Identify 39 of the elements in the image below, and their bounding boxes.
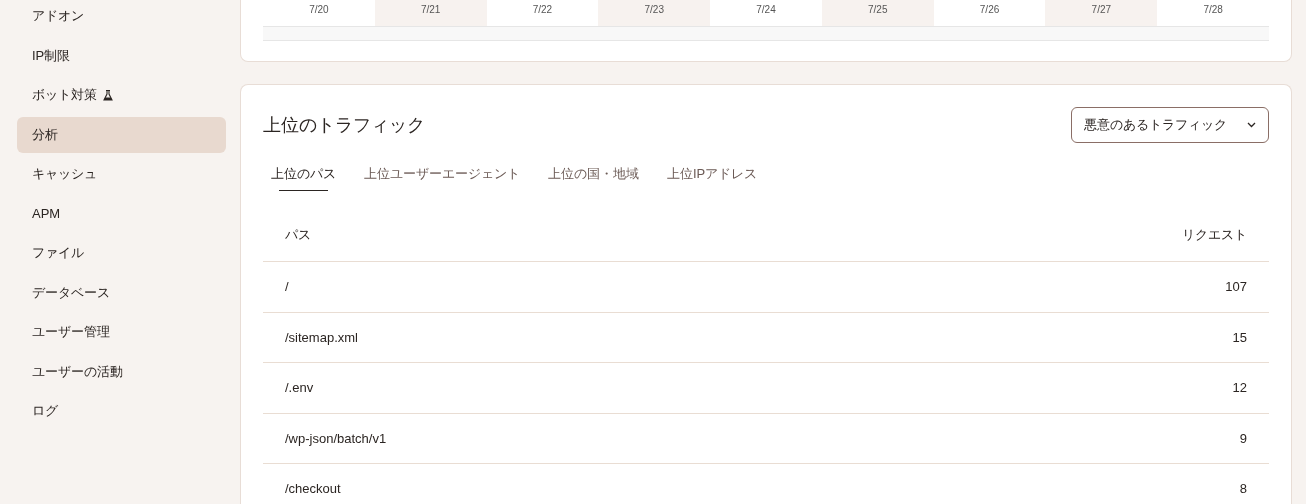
column-header: リクエスト	[837, 209, 1269, 262]
table-cell: 12	[837, 362, 1269, 413]
table-cell: /wp-json/batch/v1	[263, 413, 838, 464]
sidebar-item[interactable]: ログ	[17, 393, 226, 429]
axis-date-label: 7/23	[644, 4, 664, 17]
axis-date-label: 7/26	[979, 4, 1000, 17]
sidebar-item[interactable]: 分析	[17, 116, 226, 153]
tab[interactable]: 上位のパス	[271, 161, 336, 191]
sidebar-item[interactable]: ユーザーの活動	[17, 353, 226, 390]
table-cell: 9	[837, 413, 1269, 464]
table-cell: 8	[837, 463, 1269, 504]
sidebar-item[interactable]: ユーザー管理	[17, 314, 226, 350]
table-cell: /.env	[263, 362, 838, 413]
table-cell: 107	[837, 261, 1269, 312]
sidebar-item[interactable]: IP制限	[17, 37, 226, 74]
axis-date-label: 7/27	[1091, 4, 1112, 17]
table-cell: /checkout	[263, 463, 838, 504]
section-title: 上位のトラフィック	[263, 114, 425, 137]
sidebar-item[interactable]: アドオン	[17, 0, 226, 34]
axis-date-label: 7/25	[868, 4, 888, 17]
traffic-filter-dropdown[interactable]: 悪意のあるトラフィック	[1071, 107, 1269, 143]
sidebar-item[interactable]: キャッシュ	[17, 156, 226, 192]
table-cell: /sitemap.xml	[263, 312, 838, 363]
axis-date-label: 7/22	[532, 4, 553, 17]
tab[interactable]: 上位ユーザーエージェント	[364, 161, 520, 191]
tab[interactable]: 上位の国・地域	[548, 161, 639, 191]
axis-date-label: 7/20	[309, 4, 329, 17]
sidebar-item[interactable]: APM	[17, 195, 226, 232]
axis-date-label: 7/24	[756, 4, 776, 17]
axis-date-label: 7/21	[420, 4, 441, 17]
chevron-down-icon	[1247, 122, 1256, 128]
tab[interactable]: 上位IPアドレス	[667, 161, 758, 191]
sidebar-item[interactable]: ボット対策	[17, 77, 226, 113]
sidebar-item[interactable]: ファイル	[17, 235, 226, 271]
axis-date-label: 7/28	[1203, 4, 1223, 17]
column-header: パス	[263, 209, 838, 262]
table-cell: 15	[837, 312, 1269, 363]
sidebar-item[interactable]: データベース	[17, 274, 226, 311]
table-cell: /	[263, 261, 838, 312]
